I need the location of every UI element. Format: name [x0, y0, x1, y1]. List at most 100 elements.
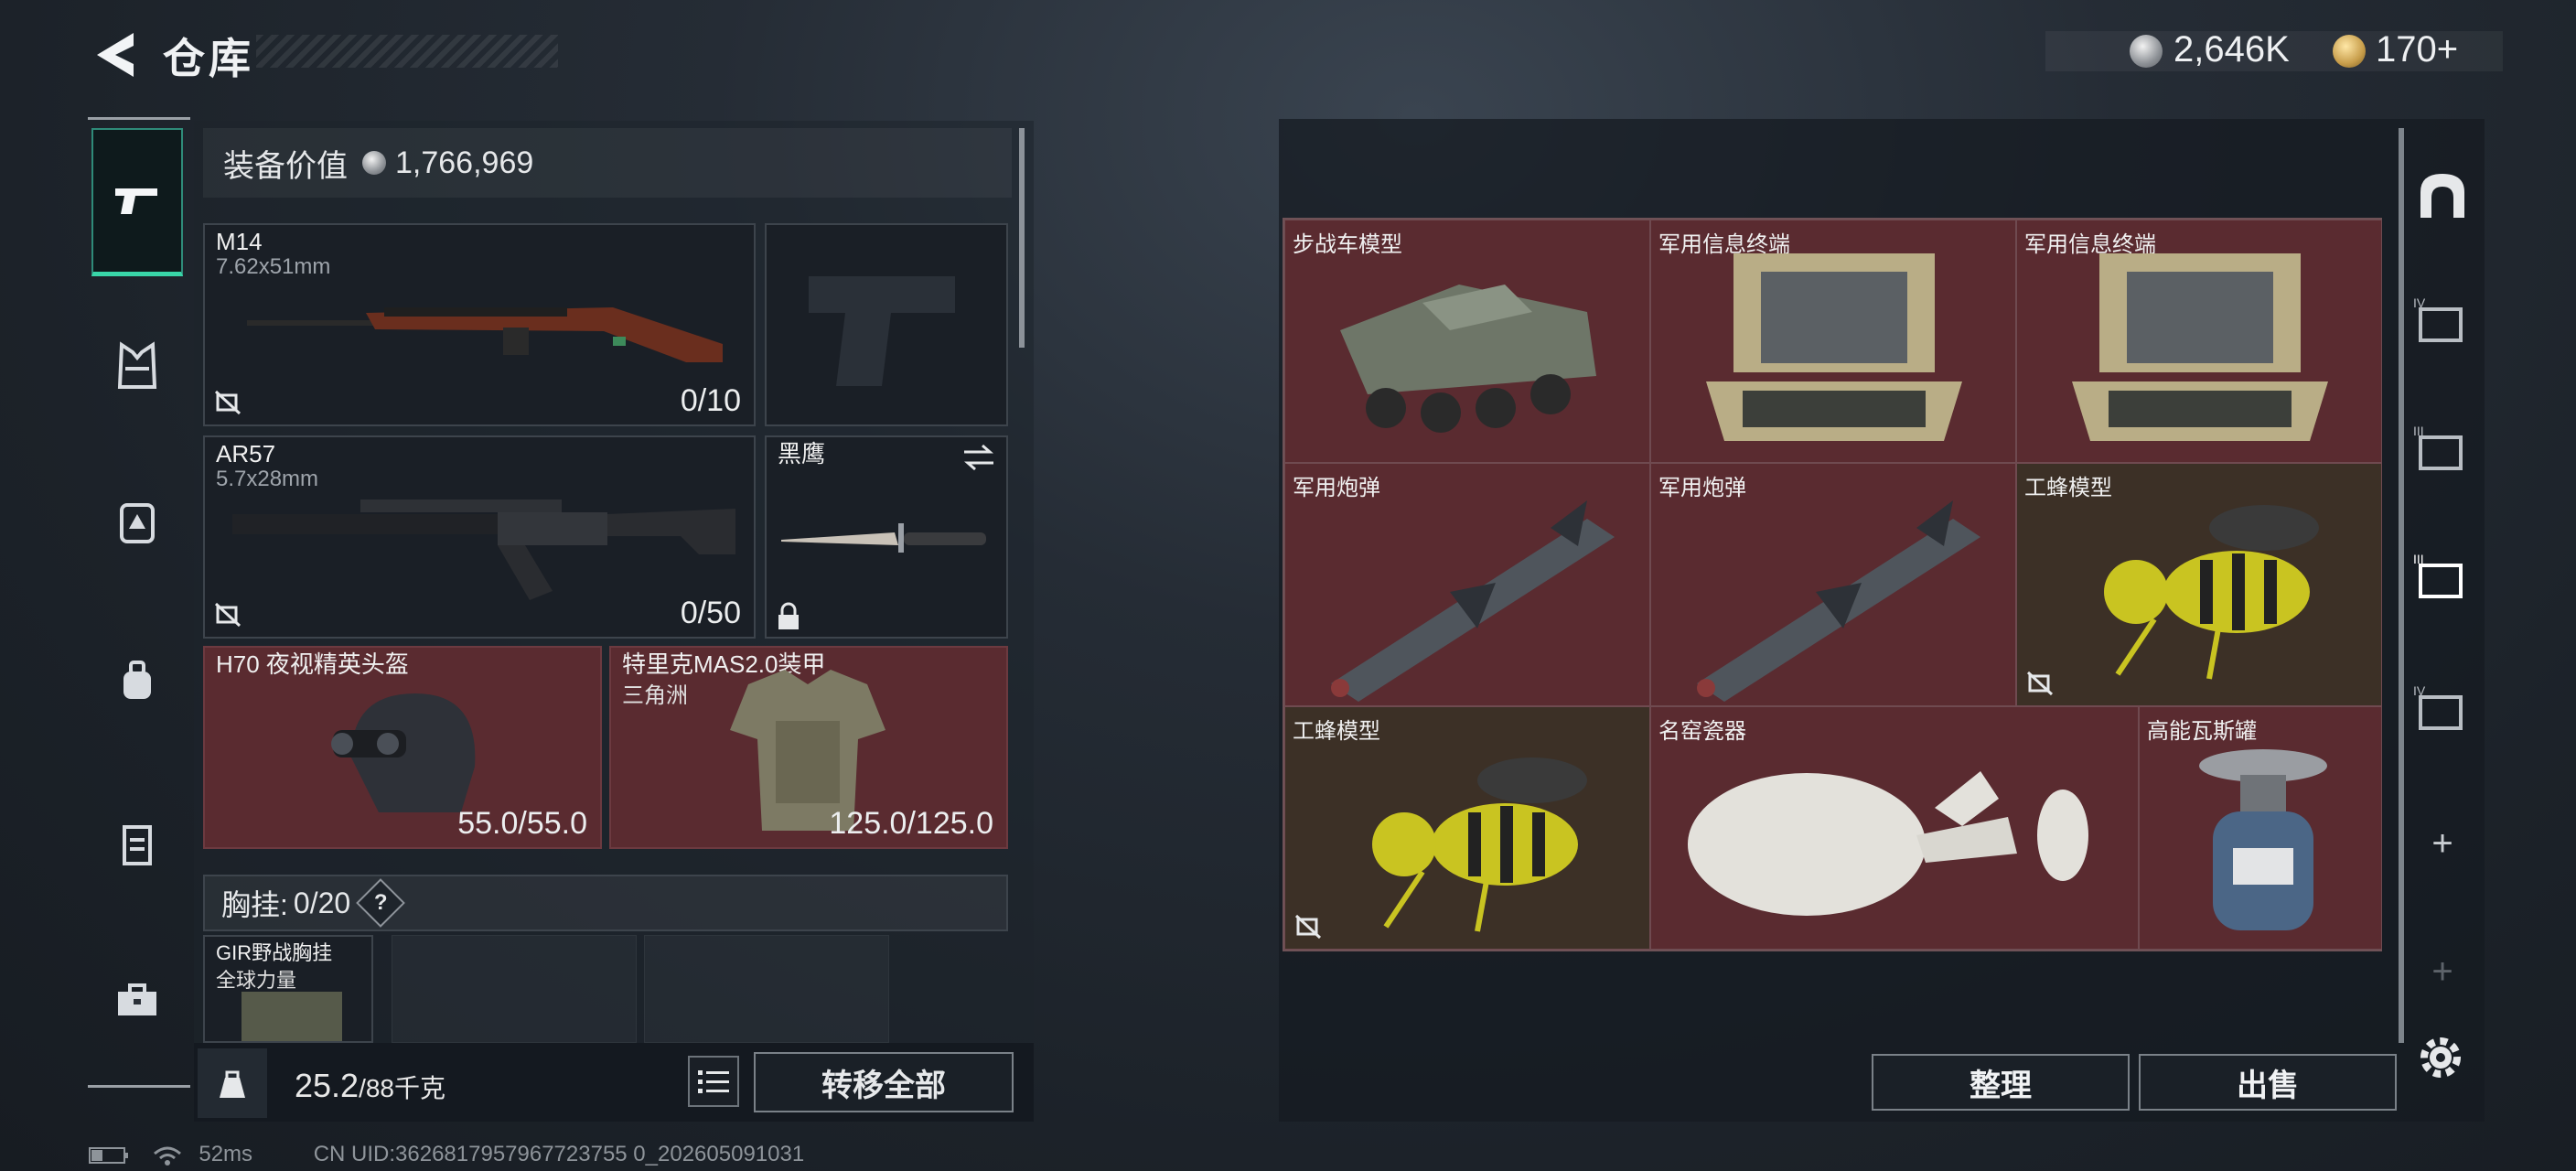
- rail-tab-armor[interactable]: [91, 320, 183, 412]
- transfer-all-button[interactable]: 转移全部: [754, 1052, 1014, 1112]
- slot-caliber: 7.62x51mm: [216, 254, 331, 279]
- backpack-icon: [120, 503, 155, 543]
- status-bar: 52ms CN UID:3626817957967723755 0_202605…: [88, 1142, 804, 1169]
- help-icon[interactable]: ?: [356, 878, 406, 928]
- chest-rig-bar: 胸挂: 0/20 ?: [203, 875, 1008, 931]
- rail-tab-container[interactable]: [91, 798, 183, 889]
- rail-tab-case[interactable]: [91, 955, 183, 1047]
- chest-rig-slot[interactable]: GIR野战胸挂 全球力量: [203, 935, 373, 1043]
- storage-item[interactable]: 军用炮弹: [1650, 463, 2016, 706]
- storage-item[interactable]: 军用信息终端: [1650, 220, 2016, 463]
- equipment-value-bar: 装备价值 1,766,969: [203, 128, 1012, 198]
- gold-coin-icon: [2333, 35, 2366, 68]
- storage-item[interactable]: 军用信息终端: [2016, 220, 2382, 463]
- durability: 55.0/55.0: [457, 806, 587, 841]
- melee-slot[interactable]: 黑鹰: [765, 435, 1008, 639]
- chest-rig-count: 0/20: [293, 886, 351, 919]
- equipment-value-label: 装备价值: [223, 148, 348, 184]
- case-tier-iv-icon: IV: [2413, 295, 2463, 342]
- slot-name: H70 夜视精英头盔: [216, 650, 409, 678]
- silver-coin-icon: [362, 151, 386, 175]
- storage-item[interactable]: 名窑瓷器: [1650, 706, 2139, 950]
- storage-item[interactable]: 工蜂模型: [1284, 706, 1650, 950]
- case-tier-iii-icon: III: [2413, 552, 2463, 598]
- rail-tab-weapons[interactable]: [91, 128, 183, 276]
- ammo-count: 0/10: [680, 383, 741, 418]
- storage-tab-iv-2[interactable]: IV: [2404, 668, 2481, 745]
- no-durability-icon: [2026, 671, 2054, 696]
- storage-item[interactable]: 军用炮弹: [1284, 463, 1650, 706]
- rail-divider: [88, 1085, 190, 1088]
- back-arrow-icon: [97, 33, 134, 77]
- slot-name: 黑鹰: [778, 440, 826, 467]
- storage-item[interactable]: 步战车模型: [1284, 220, 1650, 463]
- equipment-scrollbar[interactable]: [1019, 128, 1025, 348]
- arch-icon: [2420, 174, 2464, 218]
- list-view-button[interactable]: [688, 1056, 739, 1107]
- slot-sub: 三角洲: [622, 683, 688, 708]
- knife-icon: [781, 523, 986, 553]
- pistol-icon: [115, 188, 157, 214]
- silver-amount: 2,646K: [2174, 29, 2290, 70]
- pouch-icon: [123, 661, 151, 699]
- ammo-count: 0/50: [680, 596, 741, 630]
- item-name: 工蜂模型: [1293, 719, 1380, 744]
- chest-rig-label: 胸挂:: [221, 888, 288, 921]
- settings-button[interactable]: [2411, 1028, 2470, 1087]
- kettlebell-icon: [220, 1070, 245, 1098]
- vest-icon: [117, 341, 157, 389]
- empty-slot[interactable]: [644, 935, 889, 1043]
- artillery-shell-icon: [1331, 500, 1615, 702]
- secondary-weapon-slot[interactable]: AR57 5.7x28mm 0/50: [203, 435, 756, 639]
- slot-name: AR57: [216, 440, 276, 467]
- rifle-m14-icon: [247, 307, 723, 362]
- pistol-slot[interactable]: [765, 223, 1008, 426]
- briefcase-icon: [118, 983, 156, 1015]
- pistol-silhouette-icon: [809, 276, 955, 386]
- list-icon: [698, 1070, 729, 1093]
- gold-amount: 170+: [2376, 29, 2459, 70]
- wasp-model-icon: [1372, 757, 1587, 932]
- battery-icon: [89, 1146, 128, 1164]
- empty-slot[interactable]: [392, 935, 637, 1043]
- sort-button[interactable]: 整理: [1872, 1054, 2130, 1111]
- slot-name: M14: [216, 228, 263, 255]
- lock-icon: [778, 602, 799, 629]
- title-decoration: [256, 35, 558, 68]
- silver-coin-icon: [2130, 35, 2163, 68]
- case-tier-iii-icon: III: [2413, 424, 2463, 470]
- case-tier-iv-icon: IV: [2413, 683, 2463, 730]
- gear-icon: [2420, 1037, 2461, 1078]
- slot-name: GIR野战胸挂: [216, 941, 333, 964]
- durability: 125.0/125.0: [829, 806, 993, 841]
- storage-tab-arch[interactable]: [2404, 156, 2481, 232]
- wasp-model-icon: [2104, 505, 2319, 680]
- gas-canister-icon: [2199, 749, 2327, 930]
- rail-tab-pouch[interactable]: [91, 635, 183, 726]
- porcelain-vase-icon: [1688, 771, 2088, 916]
- rail-divider: [88, 117, 190, 120]
- add-storage-button[interactable]: +: [2404, 805, 2481, 882]
- weight-icon: [198, 1048, 267, 1118]
- storage-item[interactable]: 高能瓦斯罐: [2139, 706, 2382, 950]
- weight-value: 25.2/88千克: [295, 1067, 446, 1104]
- storage-tab-iii-active[interactable]: III: [2404, 536, 2481, 613]
- storage-tab-iii[interactable]: III: [2404, 408, 2481, 485]
- artillery-shell-icon: [1697, 500, 1980, 702]
- storage-tab-iv[interactable]: IV: [2404, 280, 2481, 357]
- rail-tab-backpack[interactable]: [91, 476, 183, 567]
- helmet-slot[interactable]: H70 夜视精英头盔 55.0/55.0: [203, 646, 602, 849]
- no-ammo-icon: [214, 390, 242, 415]
- page-title: 仓库: [163, 35, 254, 82]
- item-name: 名窑瓷器: [1658, 719, 1746, 744]
- armor-slot[interactable]: 特里克MAS2.0装甲 三角洲 125.0/125.0: [609, 646, 1008, 849]
- terminal-icon: [2072, 253, 2328, 441]
- uid: CN UID:3626817957967723755 0_20260509103…: [313, 1142, 805, 1166]
- storage-item[interactable]: 工蜂模型: [2016, 463, 2382, 706]
- terminal-icon: [1706, 253, 1962, 441]
- back-button[interactable]: [88, 27, 143, 82]
- swap-icon[interactable]: [961, 443, 997, 472]
- ping: 52ms: [199, 1142, 253, 1166]
- primary-weapon-slot[interactable]: M14 7.62x51mm 0/10: [203, 223, 756, 426]
- sell-button[interactable]: 出售: [2139, 1054, 2397, 1111]
